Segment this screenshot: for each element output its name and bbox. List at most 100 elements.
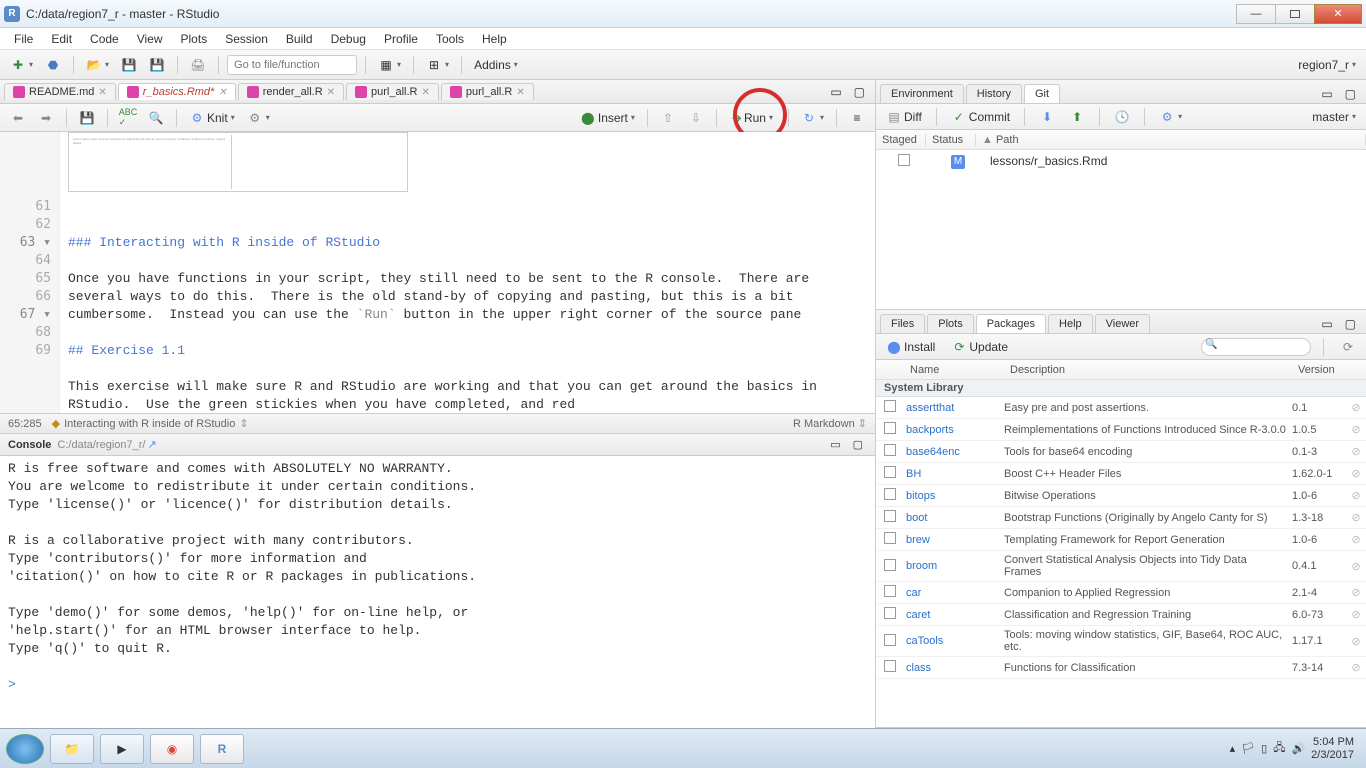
- print-button[interactable]: 🖨: [186, 55, 210, 75]
- menu-help[interactable]: Help: [474, 30, 515, 48]
- explorer-task[interactable]: 📁: [50, 734, 94, 764]
- stage-checkbox[interactable]: [898, 154, 910, 166]
- console-body[interactable]: R is free software and comes with ABSOLU…: [0, 456, 875, 728]
- menu-profile[interactable]: Profile: [376, 30, 426, 48]
- close-icon[interactable]: ✕: [98, 87, 106, 98]
- install-button[interactable]: ⬤Install: [882, 337, 939, 357]
- branch-menu[interactable]: master ▾: [1308, 108, 1360, 126]
- source-minimize-icon[interactable]: ▭: [826, 83, 845, 101]
- remove-icon[interactable]: ⊘: [1346, 511, 1366, 524]
- prev-chunk-button[interactable]: ⇧: [656, 108, 680, 128]
- next-chunk-button[interactable]: ⇩: [684, 108, 708, 128]
- package-checkbox[interactable]: [884, 400, 896, 412]
- remove-icon[interactable]: ⊘: [1346, 560, 1366, 573]
- package-row[interactable]: assertthatEasy pre and post assertions.0…: [876, 397, 1366, 419]
- grid-button[interactable]: ▦▾: [374, 55, 405, 75]
- publish-button[interactable]: ↻▾: [797, 108, 828, 128]
- packages-list[interactable]: System LibraryassertthatEasy pre and pos…: [876, 380, 1366, 727]
- package-search-input[interactable]: [1201, 338, 1311, 356]
- tab-help[interactable]: Help: [1048, 314, 1093, 333]
- history-button[interactable]: 🕓: [1110, 107, 1134, 127]
- package-row[interactable]: backportsReimplementations of Functions …: [876, 419, 1366, 441]
- chrome-task[interactable]: ◉: [150, 734, 194, 764]
- package-checkbox[interactable]: [884, 634, 896, 646]
- remove-icon[interactable]: ⊘: [1346, 467, 1366, 480]
- new-project-button[interactable]: ⬣: [41, 55, 65, 75]
- menu-session[interactable]: Session: [217, 30, 276, 48]
- tab-packages[interactable]: Packages: [976, 314, 1046, 333]
- package-name[interactable]: backports: [904, 424, 1004, 436]
- package-row[interactable]: base64encTools for base64 encoding0.1-3⊘: [876, 441, 1366, 463]
- save-all-button[interactable]: 💾: [145, 55, 169, 75]
- package-checkbox[interactable]: [884, 607, 896, 619]
- refresh-button[interactable]: ⟳: [1336, 337, 1360, 357]
- package-row[interactable]: brewTemplating Framework for Report Gene…: [876, 529, 1366, 551]
- tab-purl-all-r[interactable]: purl_all.R✕: [346, 83, 439, 100]
- system-clock[interactable]: 5:04 PM 2/3/2017: [1311, 736, 1360, 762]
- remove-icon[interactable]: ⊘: [1346, 489, 1366, 502]
- package-row[interactable]: classFunctions for Classification7.3-14⊘: [876, 657, 1366, 679]
- minimize-button[interactable]: —: [1236, 4, 1276, 24]
- package-row[interactable]: BHBoost C++ Header Files1.62.0-1⊘: [876, 463, 1366, 485]
- package-checkbox[interactable]: [884, 510, 896, 522]
- close-icon[interactable]: ✕: [327, 87, 335, 98]
- section-name[interactable]: Interacting with R inside of RStudio: [64, 418, 235, 430]
- start-button[interactable]: [6, 734, 44, 764]
- menu-debug[interactable]: Debug: [323, 30, 374, 48]
- menu-file[interactable]: File: [6, 30, 41, 48]
- tab-readme-md[interactable]: README.md✕: [4, 83, 116, 100]
- new-file-button[interactable]: ✚▾: [6, 55, 37, 75]
- pull-button[interactable]: ⬇: [1035, 107, 1059, 127]
- tab-purl-all-r[interactable]: purl_all.R✕: [441, 83, 534, 100]
- console-minimize-icon[interactable]: ▭: [826, 436, 844, 453]
- package-checkbox[interactable]: [884, 660, 896, 672]
- tab-r-basics-rmd-[interactable]: r_basics.Rmd*✕: [118, 83, 236, 100]
- package-row[interactable]: bitopsBitwise Operations1.0-6⊘: [876, 485, 1366, 507]
- addins-menu[interactable]: Addins ▾: [470, 56, 522, 74]
- back-button[interactable]: ⬅: [6, 108, 30, 128]
- package-row[interactable]: carCompanion to Applied Regression2.1-4⊘: [876, 582, 1366, 604]
- pkg-maximize-icon[interactable]: ▢: [1341, 315, 1360, 333]
- outline-button[interactable]: ≡: [845, 108, 869, 128]
- package-row[interactable]: bootBootstrap Functions (Originally by A…: [876, 507, 1366, 529]
- tab-viewer[interactable]: Viewer: [1095, 314, 1150, 333]
- package-checkbox[interactable]: [884, 585, 896, 597]
- package-checkbox[interactable]: [884, 532, 896, 544]
- close-icon[interactable]: ✕: [422, 87, 430, 98]
- project-menu[interactable]: region7_r ▾: [1294, 56, 1360, 74]
- package-row[interactable]: caretClassification and Regression Train…: [876, 604, 1366, 626]
- package-name[interactable]: car: [904, 587, 1004, 599]
- goto-file-input[interactable]: [227, 55, 357, 75]
- tab-environment[interactable]: Environment: [880, 84, 964, 103]
- env-minimize-icon[interactable]: ▭: [1317, 85, 1336, 103]
- diff-button[interactable]: ▤Diff: [882, 107, 926, 127]
- package-name[interactable]: brew: [904, 534, 1004, 546]
- remove-icon[interactable]: ⊘: [1346, 445, 1366, 458]
- git-file-row[interactable]: M lessons/r_basics.Rmd: [876, 150, 1366, 172]
- pkg-minimize-icon[interactable]: ▭: [1317, 315, 1336, 333]
- knit-button[interactable]: ⚙Knit ▾: [185, 108, 239, 128]
- media-task[interactable]: ▶: [100, 734, 144, 764]
- tray-flag-icon[interactable]: 🏳: [1241, 742, 1255, 755]
- package-name[interactable]: bitops: [904, 490, 1004, 502]
- tab-git[interactable]: Git: [1024, 84, 1060, 103]
- package-checkbox[interactable]: [884, 422, 896, 434]
- find-button[interactable]: 🔍: [144, 108, 168, 128]
- remove-icon[interactable]: ⊘: [1346, 586, 1366, 599]
- tray-network-icon[interactable]: 🖧: [1273, 739, 1285, 758]
- package-row[interactable]: broomConvert Statistical Analysis Object…: [876, 551, 1366, 582]
- rstudio-task[interactable]: R: [200, 734, 244, 764]
- remove-icon[interactable]: ⊘: [1346, 423, 1366, 436]
- package-name[interactable]: caTools: [904, 635, 1004, 647]
- console-maximize-icon[interactable]: ▢: [849, 436, 867, 453]
- console-wd-icon[interactable]: ↗: [147, 438, 156, 451]
- tray-battery-icon[interactable]: ▯: [1261, 742, 1267, 755]
- remove-icon[interactable]: ⊘: [1346, 635, 1366, 648]
- run-button[interactable]: ➔Run ▾: [725, 108, 780, 128]
- close-icon[interactable]: ✕: [516, 87, 524, 98]
- save-doc-button[interactable]: 💾: [75, 108, 99, 128]
- forward-button[interactable]: ➡: [34, 108, 58, 128]
- remove-icon[interactable]: ⊘: [1346, 401, 1366, 414]
- spellcheck-button[interactable]: ABC✓: [116, 108, 140, 128]
- menu-build[interactable]: Build: [278, 30, 321, 48]
